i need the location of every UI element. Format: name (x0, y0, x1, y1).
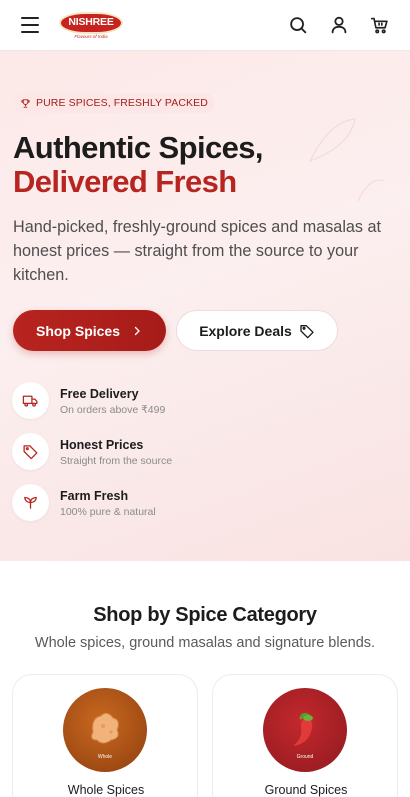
category-card-ground-spices[interactable]: Ground Ground Spices (212, 674, 398, 797)
decorative-pepper-icon (357, 179, 385, 202)
site-header: NISHREE Flavours of India (0, 0, 410, 51)
feature-honest-prices: Honest Prices Straight from the source (12, 433, 312, 471)
search-icon[interactable] (287, 14, 309, 36)
feature-title: Honest Prices (60, 438, 144, 452)
feature-title: Free Delivery (60, 387, 139, 401)
hero-description: Hand-picked, freshly-ground spices and m… (13, 218, 382, 284)
truck-icon (12, 382, 49, 419)
trophy-icon (21, 98, 30, 108)
tag-icon (12, 433, 49, 470)
cart-icon[interactable] (369, 14, 391, 36)
hero-section: PURE SPICES, FRESHLY PACKED Authentic Sp… (0, 51, 410, 561)
hamburger-menu-icon[interactable] (19, 15, 41, 35)
brand-logo[interactable]: NISHREE Flavours of India (59, 8, 123, 42)
category-section-title: Shop by Spice Category (93, 604, 317, 626)
hero-headline: Authentic Spices, (13, 130, 264, 165)
decorative-leaf-icon (308, 118, 356, 163)
hero-badge-text: PURE SPICES, FRESHLY PACKED (36, 97, 208, 109)
ground-spices-image: Ground (263, 688, 347, 772)
feature-subtitle: On orders above ₹499 (60, 404, 166, 416)
feature-title: Farm Fresh (60, 489, 129, 503)
hero-headline-accent: Delivered Fresh (13, 164, 237, 199)
feature-subtitle: 100% pure & natural (60, 506, 156, 518)
feature-farm-fresh: Farm Fresh 100% pure & natural (12, 484, 312, 522)
explore-deals-button[interactable]: Explore Deals (176, 310, 338, 351)
shop-spices-button[interactable]: Shop Spices (13, 310, 166, 351)
tag-icon (300, 324, 314, 338)
category-section-subtitle: Whole spices, ground masalas and signatu… (34, 635, 376, 651)
category-name: Ground Spices (264, 783, 348, 797)
feature-subtitle: Straight from the source (60, 455, 173, 467)
chevron-right-icon (134, 326, 140, 335)
account-icon[interactable] (328, 14, 350, 36)
hero-badge: PURE SPICES, FRESHLY PACKED (14, 93, 215, 113)
feature-free-delivery: Free Delivery On orders above ₹499 (12, 382, 312, 420)
category-card-whole-spices[interactable]: Whole Whole Spices (12, 674, 198, 797)
category-name: Whole Spices (67, 783, 145, 797)
whole-spices-image: Whole (63, 688, 147, 772)
sprout-icon (12, 484, 49, 521)
